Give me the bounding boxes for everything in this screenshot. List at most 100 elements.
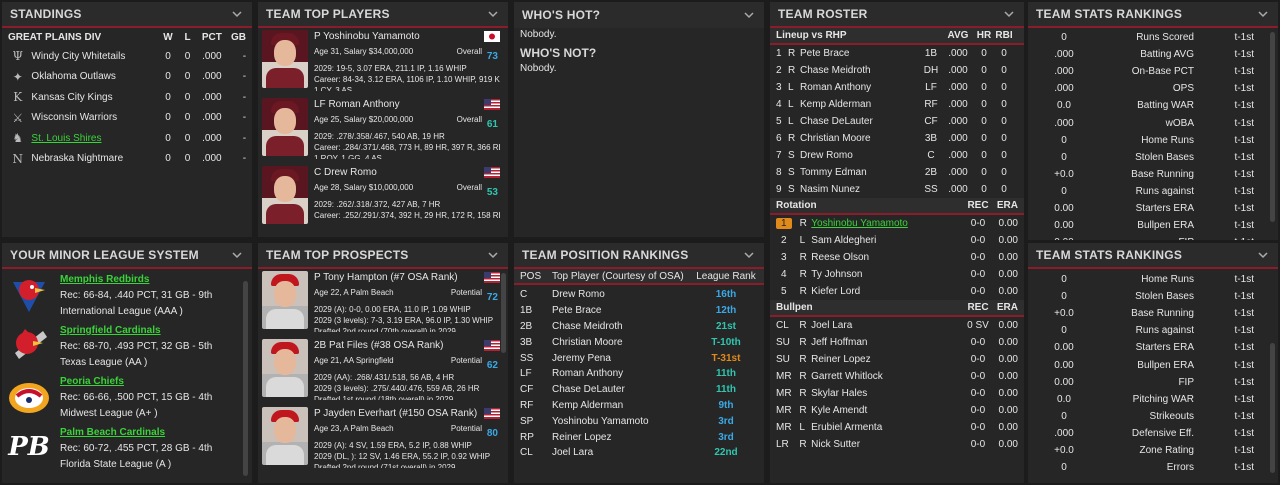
lineup-row[interactable]: 3 L Roman Anthony LF .000 0 0 (770, 79, 1024, 96)
lineup-row[interactable]: 6 R Christian Moore 3B .000 0 0 (770, 130, 1024, 147)
team-name[interactable]: Nebraska Nightmare (31, 153, 158, 164)
lineup-row[interactable]: 8 S Tommy Edman 2B .000 0 0 (770, 164, 1024, 181)
chevron-down-icon[interactable] (230, 248, 244, 262)
batter-name[interactable]: Chase Meidroth (800, 65, 920, 76)
pitcher-name[interactable]: Ty Johnson (811, 269, 963, 280)
chevron-down-icon[interactable] (1002, 7, 1016, 21)
lineup-row[interactable]: 9 S Nasim Nunez SS .000 0 0 (770, 181, 1024, 198)
batter-name[interactable]: Kemp Alderman (800, 99, 920, 110)
lineup-row[interactable]: 1 R Pete Brace 1B .000 0 0 (770, 45, 1024, 62)
rotation-row[interactable]: 2 L Sam Aldegheri 0-0 0.00 (770, 232, 1024, 249)
stats-scrollbar-2[interactable] (1270, 343, 1275, 473)
position-row[interactable]: 3B Christian Moore T-10th (514, 334, 764, 350)
bullpen-row[interactable]: MR R Kyle Amendt 0-0 0.00 (770, 402, 1024, 419)
team-name[interactable]: Kansas City Kings (31, 92, 158, 103)
position-row[interactable]: SP Yoshinobu Yamamoto 3rd (514, 413, 764, 429)
lineup-row[interactable]: 7 S Drew Romo C .000 0 0 (770, 147, 1024, 164)
player-name[interactable]: LF Roman Anthony (314, 98, 400, 114)
batter-name[interactable]: Drew Romo (800, 150, 920, 161)
pitcher-name[interactable]: Skylar Hales (811, 388, 963, 399)
pitcher-name[interactable]: Reese Olson (811, 252, 963, 263)
player-card[interactable]: LF Roman Anthony Age 25, Salary $20,000,0… (258, 96, 508, 164)
lineup-row[interactable]: 2 R Chase Meidroth DH .000 0 0 (770, 62, 1024, 79)
minor-team-name[interactable]: Springfield Cardinals (60, 325, 212, 336)
position-row[interactable]: 2B Chase Meidroth 21st (514, 319, 764, 335)
minor-league-scrollbar[interactable] (243, 281, 248, 476)
player-name[interactable]: P Yoshinobu Yamamoto (314, 30, 420, 46)
rotation-row[interactable]: 1 R Yoshinobu Yamamoto 0-0 0.00 (770, 215, 1024, 232)
standings-row[interactable]: ⚔ Wisconsin Warriors 0 0 .000 - (2, 108, 252, 129)
minor-team-row[interactable]: PB Palm Beach Cardinals Rec: 60-72, .455 P… (2, 422, 252, 473)
chevron-down-icon[interactable] (1256, 248, 1270, 262)
position-row[interactable]: LF Roman Anthony 11th (514, 366, 764, 382)
bullpen-row[interactable]: MR L Erubiel Armenta 0-0 0.00 (770, 419, 1024, 436)
lineup-row[interactable]: 5 L Chase DeLauter CF .000 0 0 (770, 113, 1024, 130)
pitcher-name[interactable]: Garrett Whitlock (811, 371, 963, 382)
batter-name[interactable]: Chase DeLauter (800, 116, 920, 127)
batter-name[interactable]: Christian Moore (800, 133, 920, 144)
position-player[interactable]: Kemp Alderman (552, 400, 696, 411)
player-card[interactable]: C Drew Romo Age 28, Salary $10,000,000 Ove… (258, 164, 508, 232)
team-name[interactable]: Windy City Whitetails (31, 51, 158, 62)
stats-scrollbar-1[interactable] (1270, 32, 1275, 222)
position-player[interactable]: Drew Romo (552, 289, 696, 300)
chevron-down-icon[interactable] (486, 248, 500, 262)
batter-name[interactable]: Roman Anthony (800, 82, 920, 93)
standings-row[interactable]: Ψ Windy City Whitetails 0 0 .000 - (2, 46, 252, 67)
prospects-scrollbar[interactable] (501, 273, 506, 353)
chevron-down-icon[interactable] (230, 7, 244, 21)
standings-row[interactable]: K Kansas City Kings 0 0 .000 - (2, 87, 252, 108)
player-name[interactable]: P Tony Hampton (#7 OSA Rank) (314, 271, 458, 287)
minor-team-name[interactable]: Peoria Chiefs (60, 376, 212, 387)
minor-team-row[interactable]: Springfield Cardinals Rec: 68-70, .493 PC… (2, 320, 252, 371)
chevron-down-icon[interactable] (742, 248, 756, 262)
bullpen-row[interactable]: MR R Skylar Hales 0-0 0.00 (770, 385, 1024, 402)
bullpen-row[interactable]: MR R Garrett Whitlock 0-0 0.00 (770, 368, 1024, 385)
position-player[interactable]: Joel Lara (552, 447, 696, 458)
minor-team-name[interactable]: Palm Beach Cardinals (60, 427, 212, 438)
minor-team-row[interactable]: Memphis Redbirds Rec: 66-84, .440 PCT, 31… (2, 269, 252, 320)
standings-row[interactable]: N Nebraska Nightmare 0 0 .000 - (2, 149, 252, 170)
bullpen-row[interactable]: CL R Joel Lara 0 SV 0.00 (770, 317, 1024, 334)
team-name[interactable]: St. Louis Shires (31, 133, 158, 144)
lineup-row[interactable]: 4 L Kemp Alderman RF .000 0 0 (770, 96, 1024, 113)
bullpen-row[interactable]: SU R Jeff Hoffman 0-0 0.00 (770, 334, 1024, 351)
position-row[interactable]: RP Reiner Lopez 3rd (514, 429, 764, 445)
pitcher-name[interactable]: Joel Lara (811, 320, 963, 331)
pitcher-name[interactable]: Erubiel Armenta (811, 422, 963, 433)
position-player[interactable]: Pete Brace (552, 305, 696, 316)
pitcher-name[interactable]: Yoshinobu Yamamoto (811, 218, 963, 229)
position-row[interactable]: CL Joel Lara 22nd (514, 445, 764, 461)
chevron-down-icon[interactable] (742, 8, 756, 22)
batter-name[interactable]: Nasim Nunez (800, 184, 920, 195)
position-row[interactable]: 1B Pete Brace 12th (514, 303, 764, 319)
batter-name[interactable]: Pete Brace (800, 48, 920, 59)
player-name[interactable]: P Jayden Everhart (#150 OSA Rank) (314, 407, 477, 423)
position-player[interactable]: Christian Moore (552, 337, 696, 348)
player-name[interactable]: C Drew Romo (314, 166, 377, 182)
bullpen-row[interactable]: SU R Reiner Lopez 0-0 0.00 (770, 351, 1024, 368)
pitcher-name[interactable]: Jeff Hoffman (811, 337, 963, 348)
prospect-card[interactable]: P Tony Hampton (#7 OSA Rank) Age 22, A Pa… (258, 269, 508, 337)
pitcher-name[interactable]: Kiefer Lord (811, 286, 963, 297)
position-player[interactable]: Chase DeLauter (552, 384, 696, 395)
position-player[interactable]: Yoshinobu Yamamoto (552, 416, 696, 427)
batter-name[interactable]: Tommy Edman (800, 167, 920, 178)
standings-row[interactable]: ♞ St. Louis Shires 0 0 .000 - (2, 128, 252, 149)
chevron-down-icon[interactable] (1256, 7, 1270, 21)
player-name[interactable]: 2B Pat Files (#38 OSA Rank) (314, 339, 444, 355)
position-row[interactable]: CF Chase DeLauter 11th (514, 382, 764, 398)
team-name[interactable]: Wisconsin Warriors (31, 112, 158, 123)
rotation-row[interactable]: 4 R Ty Johnson 0-0 0.00 (770, 266, 1024, 283)
pitcher-name[interactable]: Reiner Lopez (811, 354, 963, 365)
standings-row[interactable]: ✦ Oklahoma Outlaws 0 0 .000 - (2, 67, 252, 88)
chevron-down-icon[interactable] (486, 7, 500, 21)
position-player[interactable]: Jeremy Pena (552, 353, 696, 364)
team-name[interactable]: Oklahoma Outlaws (31, 71, 158, 82)
pitcher-name[interactable]: Sam Aldegheri (811, 235, 963, 246)
minor-team-row[interactable]: Peoria Chiefs Rec: 66-66, .500 PCT, 15 GB… (2, 371, 252, 422)
bullpen-row[interactable]: LR R Nick Sutter 0-0 0.00 (770, 436, 1024, 453)
position-player[interactable]: Chase Meidroth (552, 321, 696, 332)
minor-team-name[interactable]: Memphis Redbirds (60, 274, 212, 285)
position-row[interactable]: RF Kemp Alderman 9th (514, 398, 764, 414)
